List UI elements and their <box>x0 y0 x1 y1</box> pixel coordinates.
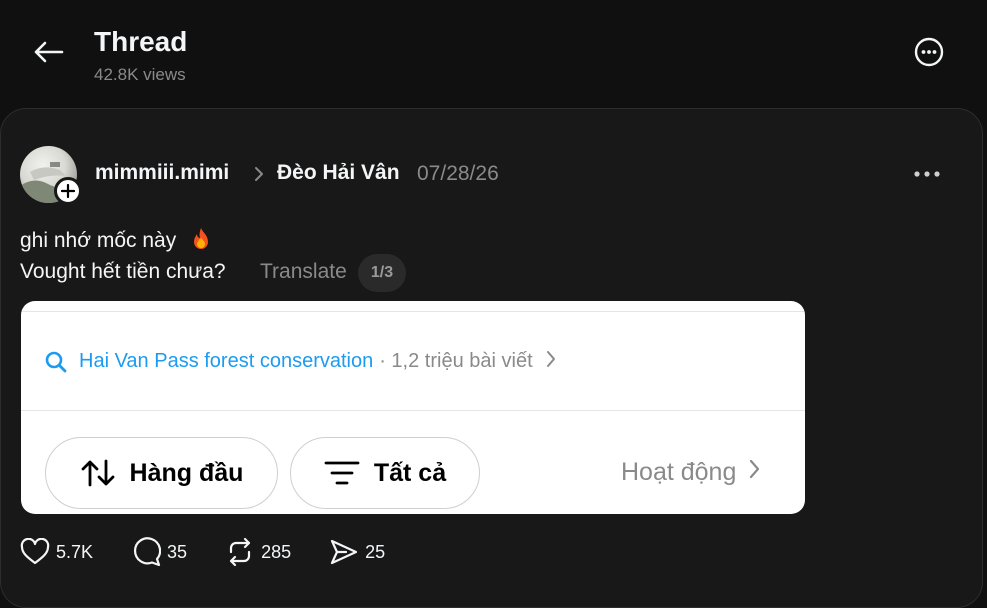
sort-arrows-icon <box>81 459 114 487</box>
activity-link[interactable]: Hoạt động <box>621 458 760 487</box>
embedded-image[interactable]: Hai Van Pass forest conservation · 1,2 t… <box>21 301 805 514</box>
search-meta: · 1,2 triệu bài viết <box>379 350 533 372</box>
post-more-button[interactable] <box>910 164 946 184</box>
fire-emoji-icon <box>194 228 209 249</box>
post-date: 07/28/26 <box>417 162 499 185</box>
search-icon <box>45 351 67 372</box>
reply-count: 35 <box>167 541 188 562</box>
activity-label: Hoạt động <box>621 458 737 486</box>
post-text-line1-content: ghi nhớ mốc này <box>20 229 177 252</box>
back-button[interactable] <box>30 36 66 68</box>
repost-icon <box>229 537 251 567</box>
chevron-right-icon <box>748 458 760 487</box>
back-arrow-icon <box>34 41 64 63</box>
search-suggestion[interactable]: Hai Van Pass forest conservation · 1,2 t… <box>45 349 557 374</box>
divider <box>21 410 805 411</box>
search-query: Hai Van Pass forest conservation <box>79 350 374 372</box>
heart-icon <box>20 538 50 565</box>
more-circle-icon <box>914 37 944 67</box>
plus-icon <box>61 184 75 198</box>
sort-top-label: Hàng đầu <box>129 458 244 487</box>
post-text-line1: ghi nhớ mốc này <box>20 227 212 253</box>
chevron-right-icon <box>252 164 266 189</box>
more-dots-icon <box>914 171 940 177</box>
filter-all-label: Tất cả <box>373 458 447 487</box>
reply-button[interactable]: 35 <box>131 537 187 567</box>
divider <box>21 311 805 312</box>
chevron-right-icon <box>545 349 557 374</box>
filter-all-button[interactable]: Tất cả <box>290 437 480 509</box>
like-button[interactable]: 5.7K <box>20 538 93 566</box>
post-text-line2: Vought hết tiền chưa? <box>20 260 226 283</box>
view-count: 42.8K views <box>94 65 186 84</box>
username-link[interactable]: mimmiii.mimi <box>95 161 229 185</box>
media-page-indicator: 1/3 <box>358 254 406 292</box>
share-count: 25 <box>365 541 386 562</box>
more-options-button[interactable] <box>913 36 945 68</box>
location-link[interactable]: Đèo Hải Vân <box>277 161 400 185</box>
sort-top-button[interactable]: Hàng đầu <box>45 437 278 509</box>
send-icon <box>331 539 358 565</box>
translate-link[interactable]: Translate <box>260 260 347 284</box>
top-bar: Thread 42.8K views <box>0 0 987 108</box>
follow-plus-button[interactable] <box>54 177 82 205</box>
like-count: 5.7K <box>56 541 94 562</box>
post-actions: 5.7K 35 285 25 <box>20 536 423 568</box>
filter-icon <box>324 461 360 485</box>
repost-button[interactable]: 285 <box>225 537 291 567</box>
share-button[interactable]: 25 <box>329 538 385 566</box>
page-title: Thread <box>94 26 188 57</box>
comment-icon <box>134 537 162 567</box>
repost-count: 285 <box>261 541 292 562</box>
